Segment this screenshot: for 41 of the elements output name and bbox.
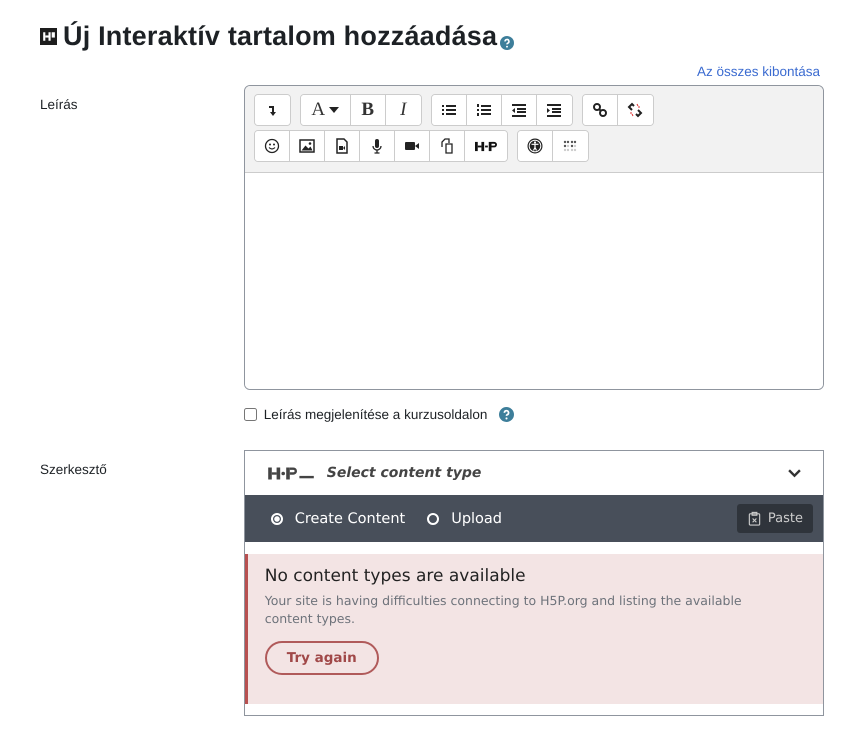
- chevron-icon: [788, 468, 801, 478]
- image-icon: [298, 138, 315, 154]
- accessibility-icon: [526, 138, 543, 154]
- numbered-list-icon: [476, 102, 492, 118]
- bullet-list-button[interactable]: [432, 95, 467, 125]
- expand-all-link[interactable]: Az összes kibontása: [696, 64, 820, 79]
- broken-link-icon: [627, 102, 644, 118]
- copy-icon: [438, 138, 455, 154]
- message-title: No content types are available: [264, 566, 527, 586]
- radio-label: Create Content: [294, 510, 406, 526]
- clipboard-icon: [746, 511, 762, 526]
- accessibility-button[interactable]: [518, 131, 553, 161]
- try-again-button[interactable]: Try again: [264, 641, 379, 675]
- checkbox[interactable]: [244, 408, 257, 421]
- message-text: Your site is having difficulties connecting to H5P.org and listing the available content types.: [264, 592, 743, 628]
- bullet-list-icon: [440, 102, 457, 118]
- link-button[interactable]: [582, 95, 618, 125]
- caret-icon: [329, 107, 340, 113]
- logo-icon: [474, 140, 498, 152]
- help-icon[interactable]: [500, 36, 514, 50]
- link-icon: [592, 102, 608, 118]
- checkbox-label: Leírás megjelenítése a kurzusoldalon: [264, 407, 488, 422]
- emoji-button[interactable]: [254, 131, 290, 161]
- indent-icon: [546, 102, 562, 118]
- smiley-icon: [264, 138, 280, 154]
- file-video-icon: [334, 138, 350, 154]
- font-button[interactable]: A: [300, 95, 351, 125]
- hub-header[interactable]: Select content type: [244, 451, 823, 495]
- help-icon[interactable]: [499, 407, 514, 422]
- radio-label: Upload: [451, 510, 502, 526]
- field-label: Szerkesztő: [40, 461, 108, 479]
- hub-title: Select content type: [326, 465, 482, 481]
- radio-button[interactable]: [270, 512, 283, 524]
- radio-button[interactable]: [427, 512, 440, 524]
- field-label: Leírás: [40, 96, 79, 114]
- paste-button[interactable]: Paste: [736, 504, 813, 533]
- braille-dots-icon: [562, 138, 578, 154]
- logo-icon: [266, 464, 315, 482]
- outdent-icon: [510, 102, 527, 118]
- page-title: Új Interaktív tartalom hozzáadása: [63, 20, 498, 52]
- logo-icon: [40, 28, 57, 44]
